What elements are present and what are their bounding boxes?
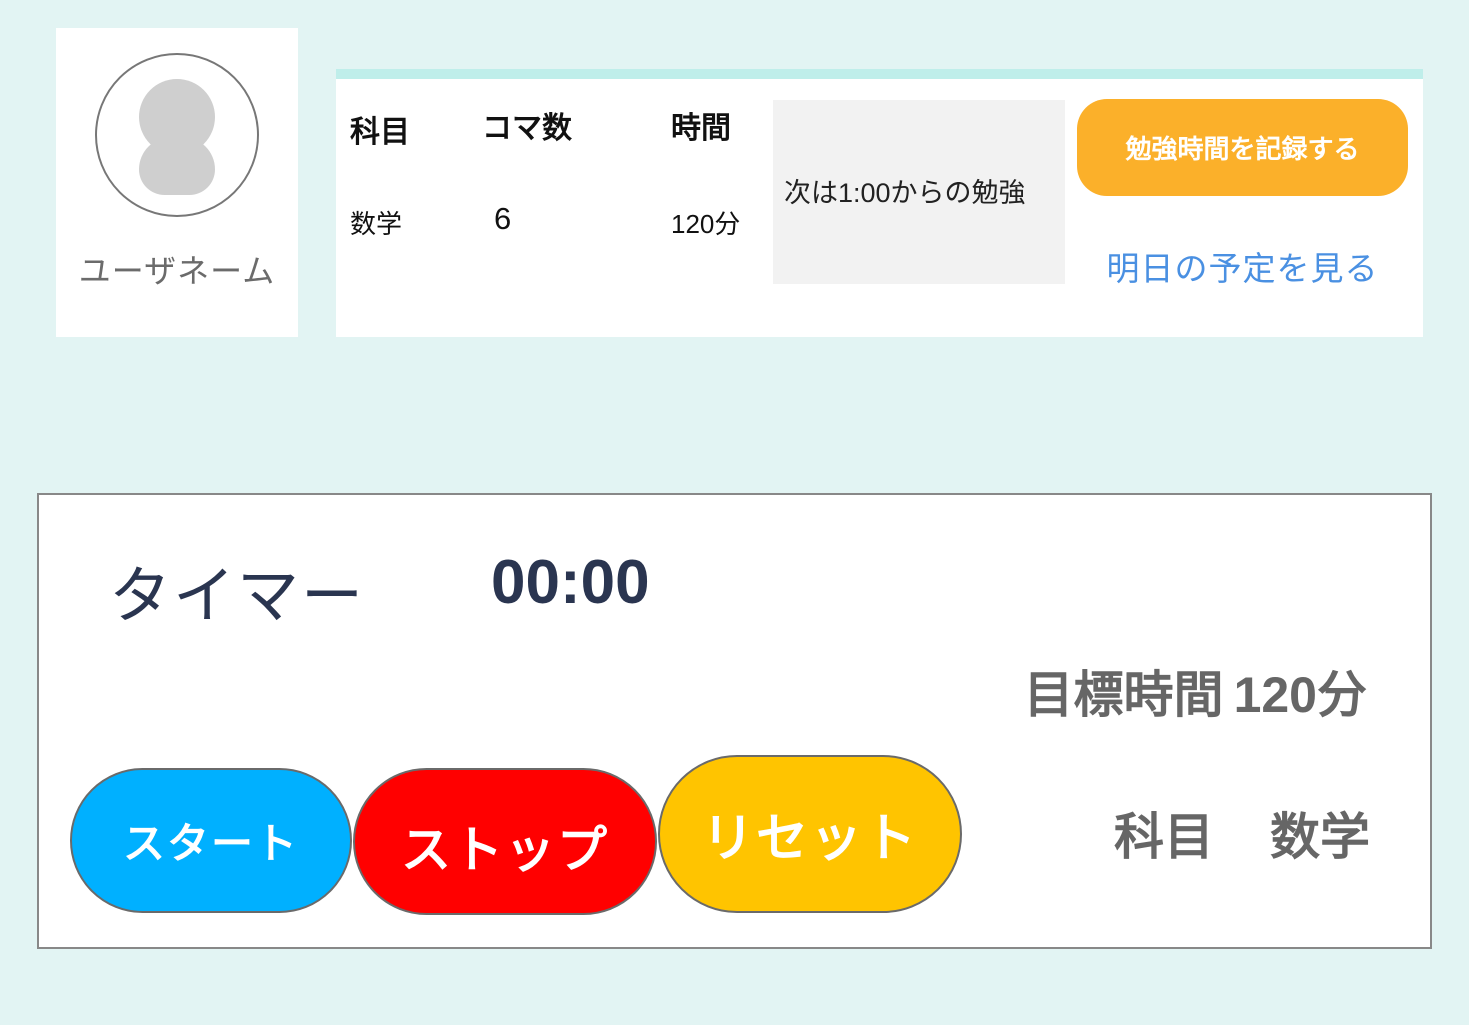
timer-subject-label: 科目: [1114, 809, 1214, 865]
next-study-box: 次は1:00からの勉強: [773, 100, 1065, 284]
record-study-time-button[interactable]: 勉強時間を記録する: [1077, 99, 1408, 196]
stop-button[interactable]: ストップ: [353, 768, 657, 915]
cell-koma: 6: [494, 201, 512, 236]
reset-button[interactable]: リセット: [658, 755, 962, 913]
username: ユーザネーム: [78, 253, 276, 289]
timer-display: 00:00: [491, 548, 650, 617]
start-button-label: スタート: [122, 820, 299, 867]
timer-subject-value: 数学: [1270, 809, 1370, 865]
timer-label: タイマー: [109, 562, 366, 631]
stop-button-label: ストップ: [401, 821, 609, 878]
header-koma: コマ数: [482, 112, 572, 145]
goal-time-value: 120分: [1233, 667, 1367, 723]
next-study-text: 次は1:00からの勉強: [784, 178, 1026, 208]
user-silhouette-body: [139, 137, 215, 195]
start-button[interactable]: スタート: [70, 768, 352, 913]
reset-button-label: リセット: [701, 809, 918, 868]
profile-card: ユーザネーム: [56, 28, 298, 337]
schedule-card: 科目 コマ数 時間 数学 6 120分 次は1:00からの勉強 勉強時間を記録す…: [336, 69, 1423, 337]
timer-panel: タイマー 00:00 目標時間 120分 科目 数学 スタート ストップ リセット: [37, 493, 1432, 949]
view-tomorrow-link[interactable]: 明日の予定を見る: [1077, 242, 1408, 290]
header-subject: 科目: [350, 116, 410, 149]
cell-subject: 数学: [350, 209, 403, 239]
avatar: [95, 53, 259, 217]
header-time: 時間: [671, 112, 731, 145]
timer-subject: 科目 数学: [1114, 797, 1370, 869]
goal-time-label: 目標時間: [1023, 667, 1224, 723]
cell-time: 120分: [671, 209, 741, 239]
goal-time: 目標時間 120分: [1014, 655, 1367, 727]
